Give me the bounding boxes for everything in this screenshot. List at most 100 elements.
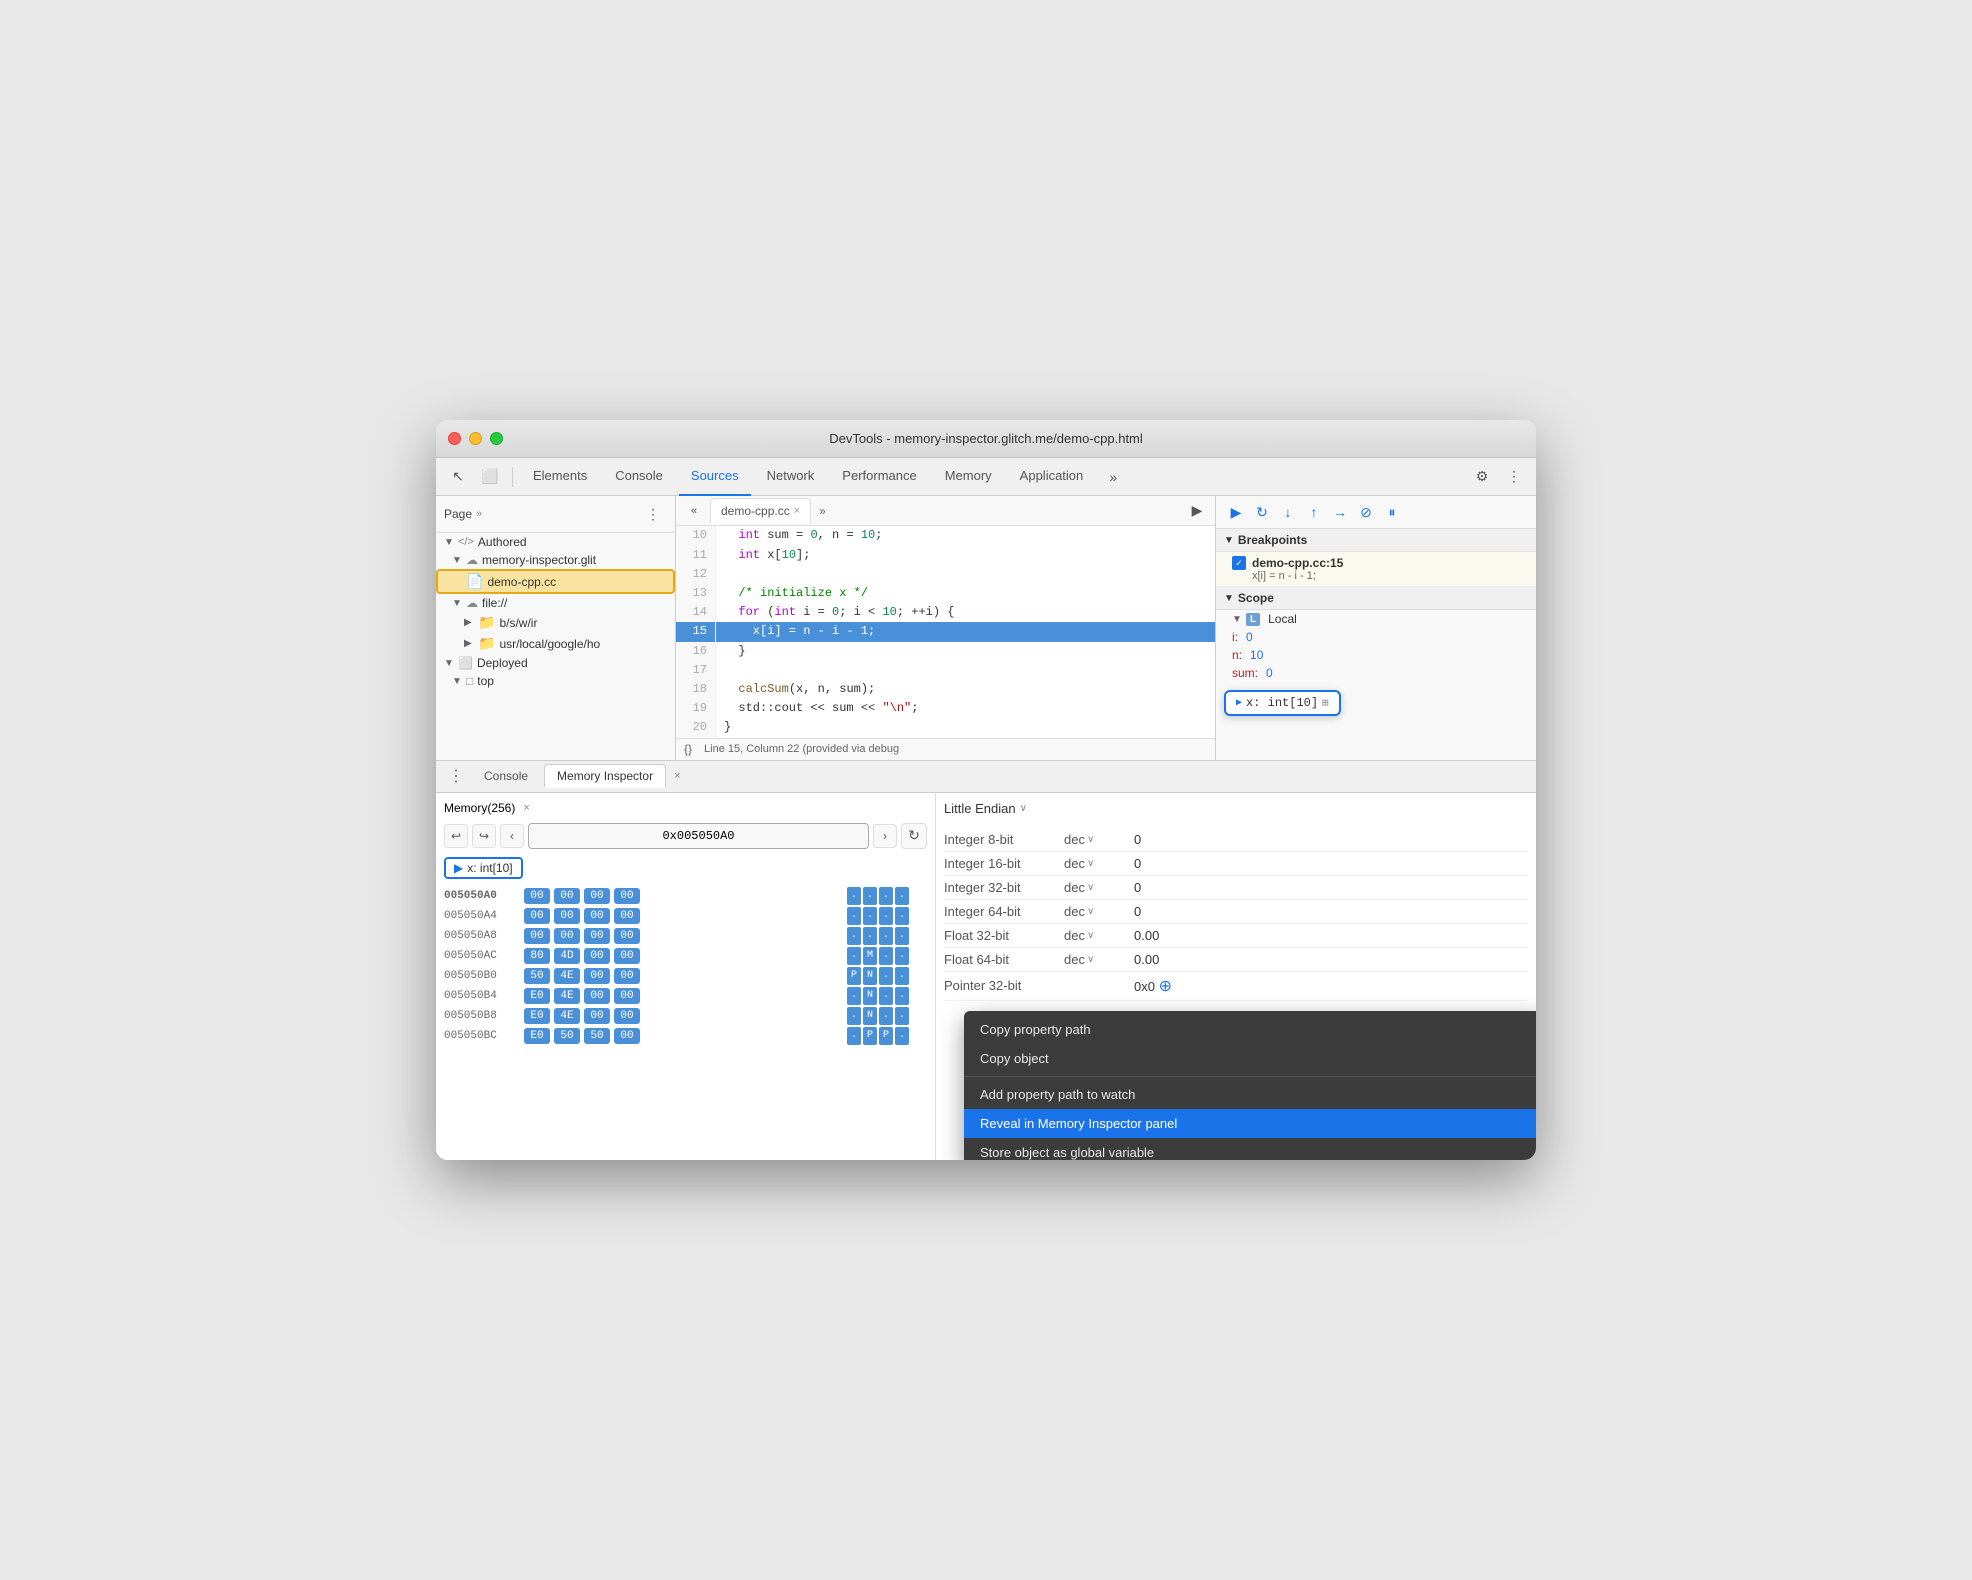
hex-address: 005050AC (444, 950, 524, 962)
hex-byte: 00 (584, 908, 610, 924)
tree-item-bsw[interactable]: ▶ 📁 b/s/w/ir (436, 612, 675, 633)
back-nav-icon[interactable]: ↩ (444, 824, 468, 848)
memory-content: Memory(256) × ↩ ↪ ‹ › ↻ ▶ x: int[10] (436, 793, 1536, 1160)
chevron-down-icon: ▼ (1224, 593, 1234, 604)
tree-item-usr[interactable]: ▶ 📁 usr/local/google/ho (436, 633, 675, 654)
line-number: 12 (676, 565, 716, 584)
line-number: 11 (676, 546, 716, 565)
breakpoint-checkbox[interactable]: ✓ (1232, 556, 1246, 570)
deactivate-button[interactable]: ⊘ (1354, 500, 1378, 524)
line-code: } (716, 642, 1215, 661)
line-code: } (716, 718, 1215, 737)
hex-bytes: 00 00 00 00 (524, 908, 847, 924)
hex-row-2: 005050A8 00 00 00 00 . . . (444, 927, 927, 945)
minimize-button[interactable] (469, 432, 482, 445)
breakpoint-code: x[i] = n - i - 1; (1232, 570, 1520, 582)
tab-memory[interactable]: Memory (933, 458, 1004, 496)
more-tabs-icon[interactable]: » (1099, 463, 1127, 491)
close-memory-tab-icon[interactable]: × (523, 802, 529, 814)
maximize-button[interactable] (490, 432, 503, 445)
ctx-reveal-memory-inspector[interactable]: Reveal in Memory Inspector panel (964, 1109, 1536, 1138)
tab-elements[interactable]: Elements (521, 458, 599, 496)
source-line-15: 15 x[i] = n - i - 1; (676, 622, 1215, 641)
resume-button[interactable]: ▶ (1224, 500, 1248, 524)
format-dropdown-icon[interactable]: ∨ (1087, 882, 1094, 893)
ascii-char: . (879, 1007, 893, 1025)
file-panel-more-icon[interactable]: ⋮ (639, 500, 667, 528)
prev-address-icon[interactable]: ‹ (500, 824, 524, 848)
pause-button[interactable]: ⏸ (1380, 500, 1404, 524)
collapse-icon[interactable]: « (680, 497, 708, 525)
hex-bytes: E0 50 50 00 (524, 1028, 847, 1044)
ctx-store-global[interactable]: Store object as global variable (964, 1138, 1536, 1160)
hex-byte: 00 (584, 928, 610, 944)
forward-nav-icon[interactable]: ↪ (472, 824, 496, 848)
expand-arrow-icon: ▶ (1236, 697, 1242, 709)
local-badge: L (1246, 613, 1260, 626)
scope-local-header: ▼ L Local (1216, 610, 1536, 628)
refresh-button[interactable]: ↻ (901, 823, 927, 849)
endian-dropdown-icon[interactable]: ∨ (1020, 803, 1027, 814)
device-icon[interactable]: ⬜ (476, 463, 504, 491)
ctx-add-to-watch[interactable]: Add property path to watch (964, 1080, 1536, 1109)
tab-network[interactable]: Network (755, 458, 827, 496)
more-options-icon[interactable]: ⋮ (1500, 463, 1528, 491)
tree-item-file[interactable]: ▼ ☁ file:// (436, 594, 675, 612)
tab-memory-inspector[interactable]: Memory Inspector (544, 764, 666, 788)
tab-application[interactable]: Application (1008, 458, 1096, 496)
format-icon[interactable]: {} (684, 742, 692, 756)
tree-label: memory-inspector.glit (482, 553, 596, 567)
address-input[interactable] (528, 823, 869, 849)
pointer-link-icon[interactable]: ⊕ (1159, 978, 1172, 995)
ascii-char: . (879, 947, 893, 965)
settings-icon[interactable]: ⚙ (1468, 463, 1496, 491)
value-number: 0 (1134, 832, 1141, 847)
format-dropdown-icon[interactable]: ∨ (1087, 834, 1094, 845)
scope-section[interactable]: ▼ Scope (1216, 587, 1536, 610)
step-out-button[interactable]: ↑ (1302, 500, 1326, 524)
format-dropdown-icon[interactable]: ∨ (1087, 930, 1094, 941)
step-button[interactable]: → (1328, 500, 1352, 524)
close-button[interactable] (448, 432, 461, 445)
line-code: /* initialize x */ (716, 584, 1215, 603)
step-into-button[interactable]: ↓ (1276, 500, 1300, 524)
ascii-char: . (895, 987, 909, 1005)
format-text: dec (1064, 928, 1085, 943)
var-popup[interactable]: ▶ x: int[10] ⊞ (1224, 690, 1341, 716)
step-over-button[interactable]: ↻ (1250, 500, 1274, 524)
hex-byte: 00 (614, 908, 640, 924)
tab-performance[interactable]: Performance (830, 458, 928, 496)
hex-ascii: . . . . (847, 927, 927, 945)
source-tab-bar: « demo-cpp.cc × » ▶ (676, 496, 1215, 526)
next-address-icon[interactable]: › (873, 824, 897, 848)
line-number: 19 (676, 699, 716, 718)
context-menu: Copy property path Copy object Add prope… (964, 1011, 1536, 1160)
tab-sources[interactable]: Sources (679, 458, 751, 496)
memory-left-panel: Memory(256) × ↩ ↪ ‹ › ↻ ▶ x: int[10] (436, 793, 936, 1160)
run-icon[interactable]: ▶ (1183, 497, 1211, 525)
more-tabs-icon[interactable]: » (813, 502, 832, 520)
ctx-copy-object[interactable]: Copy object (964, 1044, 1536, 1073)
memory-tag: ▶ x: int[10] (444, 857, 523, 879)
breakpoints-section[interactable]: ▼ Breakpoints (1216, 529, 1536, 552)
ascii-char: . (895, 947, 909, 965)
format-dropdown-icon[interactable]: ∨ (1087, 906, 1094, 917)
source-tab-demo-cpp[interactable]: demo-cpp.cc × (710, 498, 811, 524)
tab-console[interactable]: Console (472, 765, 540, 787)
tree-item-top[interactable]: ▼ □ top (436, 672, 675, 690)
format-dropdown-icon[interactable]: ∨ (1087, 858, 1094, 869)
tree-label: file:// (482, 596, 507, 610)
hex-byte: 00 (584, 888, 610, 904)
devtools-body: ↖ ⬜ Elements Console Sources Network Per… (436, 458, 1536, 1159)
line-code: std::cout << sum << "\n"; (716, 699, 1215, 718)
tree-item-demo-cpp[interactable]: 📄 demo-cpp.cc (436, 569, 675, 594)
line-code: for (int i = 0; i < 10; ++i) { (716, 603, 1215, 622)
panel-options-icon[interactable]: ⋮ (444, 766, 468, 786)
cursor-icon[interactable]: ↖ (444, 463, 472, 491)
tab-console[interactable]: Console (603, 458, 675, 496)
close-icon[interactable]: × (794, 505, 800, 517)
format-dropdown-icon[interactable]: ∨ (1087, 954, 1094, 965)
ctx-copy-property-path[interactable]: Copy property path (964, 1015, 1536, 1044)
tree-item-memory-inspector[interactable]: ▼ ☁ memory-inspector.glit (436, 551, 675, 569)
close-bottom-tab-icon[interactable]: × (674, 770, 680, 782)
